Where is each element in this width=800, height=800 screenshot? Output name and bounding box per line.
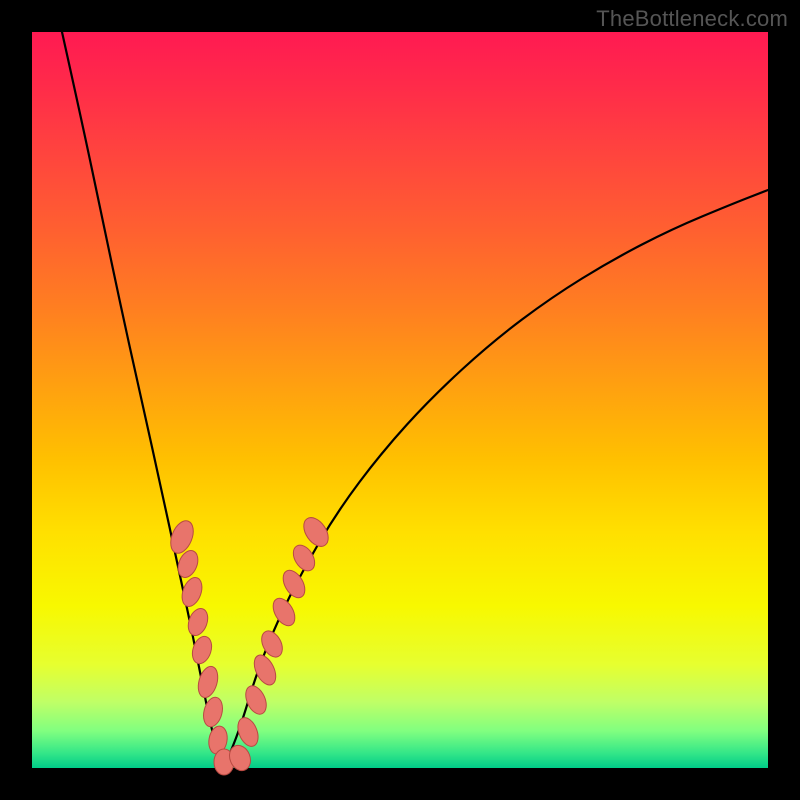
data-marker [299, 513, 333, 551]
watermark-text: TheBottleneck.com [596, 6, 788, 32]
curve-right-branch [224, 190, 768, 766]
data-marker [234, 715, 262, 750]
data-marker [201, 695, 226, 728]
chart-frame: TheBottleneck.com [0, 0, 800, 800]
data-marker [185, 606, 211, 638]
bottleneck-curve-svg [32, 32, 768, 768]
data-marker [279, 567, 310, 602]
data-marker [289, 541, 319, 574]
marker-group [166, 513, 333, 775]
data-marker [178, 575, 205, 609]
data-marker [269, 595, 300, 630]
plot-area [32, 32, 768, 768]
